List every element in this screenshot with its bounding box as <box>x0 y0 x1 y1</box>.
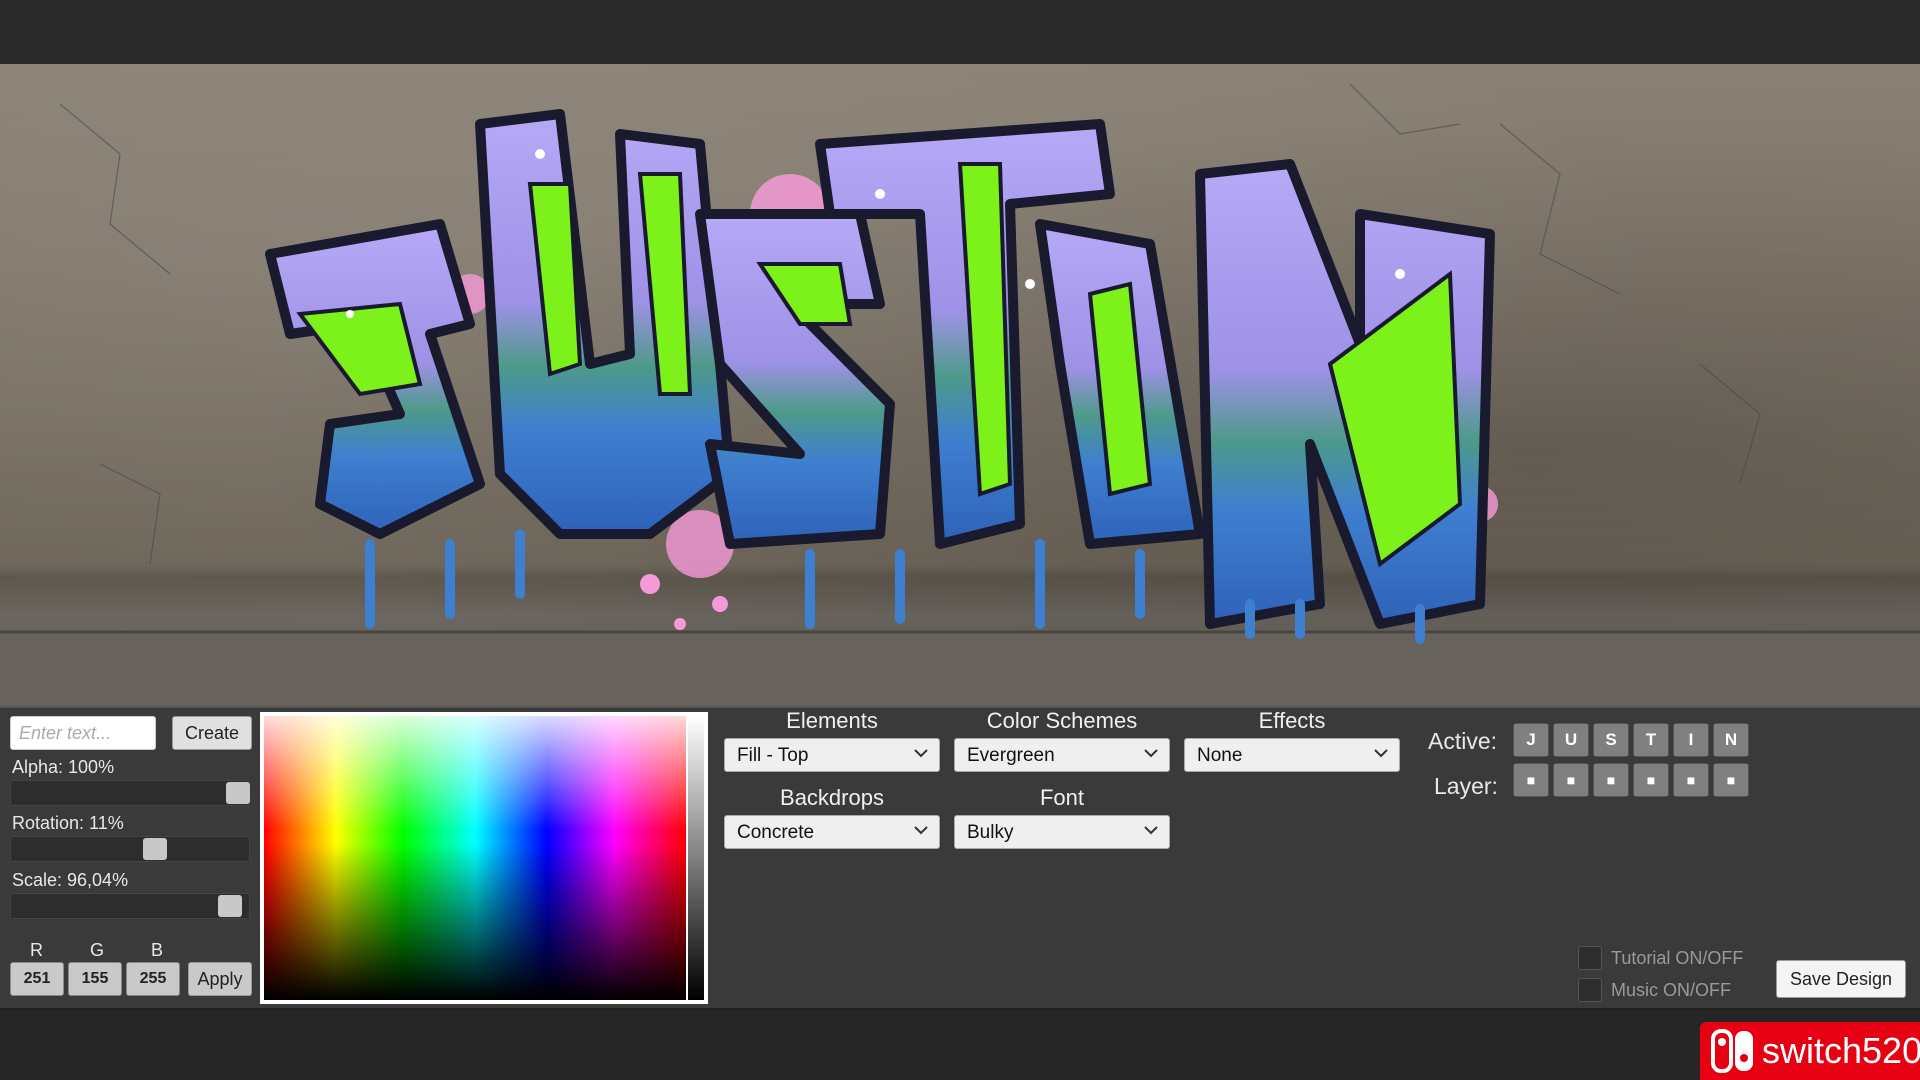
elements-value: Fill - Top <box>737 745 809 766</box>
font-value: Bulky <box>967 822 1014 843</box>
scale-slider-thumb[interactable] <box>217 895 242 917</box>
active-letter-button[interactable]: J <box>1513 723 1549 757</box>
rotation-slider[interactable] <box>10 836 250 862</box>
font-dropdown[interactable]: Bulky <box>954 815 1170 849</box>
create-button[interactable]: Create <box>172 716 252 750</box>
b-input[interactable]: 255 <box>126 962 180 996</box>
font-title: Font <box>1039 785 1085 810</box>
chevron-down-icon <box>1144 749 1158 758</box>
layer-button[interactable]: ■ <box>1513 763 1549 797</box>
top-bar <box>0 0 1920 64</box>
tutorial-checkbox[interactable] <box>1578 946 1602 970</box>
layer-button[interactable]: ■ <box>1553 763 1589 797</box>
active-letter-button[interactable]: I <box>1673 723 1709 757</box>
backdrops-dropdown[interactable]: Concrete <box>724 815 940 849</box>
chevron-down-icon <box>1144 826 1158 835</box>
watermark-badge: switch520 <box>1700 1022 1920 1080</box>
color-schemes-value: Evergreen <box>967 745 1055 766</box>
graffiti-canvas[interactable] <box>0 64 1920 706</box>
brightness-strip[interactable] <box>688 716 704 1000</box>
effects-value: None <box>1197 745 1243 766</box>
alpha-slider[interactable] <box>10 780 250 806</box>
alpha-slider-thumb[interactable] <box>226 782 250 804</box>
r-input[interactable]: 251 <box>10 962 64 996</box>
console-logo-icon <box>1711 1029 1753 1073</box>
color-schemes-title: Color Schemes <box>986 708 1138 733</box>
apply-button[interactable]: Apply <box>188 962 252 996</box>
active-letter-button[interactable]: S <box>1593 723 1629 757</box>
elements-dropdown[interactable]: Fill - Top <box>724 738 940 772</box>
layer-button[interactable]: ■ <box>1593 763 1629 797</box>
rotation-slider-thumb[interactable] <box>142 838 167 860</box>
music-label: Music ON/OFF <box>1611 980 1731 1000</box>
hue-saturation-field[interactable] <box>264 716 686 1000</box>
scale-slider[interactable] <box>10 893 250 919</box>
layer-label: Layer: <box>1434 773 1498 799</box>
rotation-label: Rotation: 11% <box>12 813 124 833</box>
music-checkbox[interactable] <box>1578 978 1602 1002</box>
chevron-down-icon <box>914 749 928 758</box>
g-input[interactable]: 155 <box>68 962 122 996</box>
chevron-down-icon <box>914 826 928 835</box>
layer-button[interactable]: ■ <box>1673 763 1709 797</box>
backdrops-value: Concrete <box>737 822 815 843</box>
scale-label: Scale: 96,04% <box>12 870 129 890</box>
color-schemes-dropdown[interactable]: Evergreen <box>954 738 1170 772</box>
r-label: R <box>30 940 43 960</box>
effects-dropdown[interactable]: None <box>1184 738 1400 772</box>
effects-title: Effects <box>1258 708 1326 733</box>
tutorial-label: Tutorial ON/OFF <box>1611 948 1744 968</box>
active-label: Active: <box>1428 728 1498 754</box>
floor <box>0 632 1920 706</box>
wall-artwork <box>0 83 1920 706</box>
bottom-bar <box>0 1010 1920 1080</box>
app-window: Enter text... Create Alpha: 100% Rotatio… <box>0 0 1920 1080</box>
active-letter-button[interactable]: T <box>1633 723 1669 757</box>
color-picker[interactable] <box>260 712 708 1004</box>
g-label: G <box>90 940 105 960</box>
text-input[interactable]: Enter text... <box>10 716 156 750</box>
elements-title: Elements <box>786 708 878 733</box>
backdrops-title: Backdrops <box>780 785 884 810</box>
save-design-button[interactable]: Save Design <box>1776 960 1906 998</box>
layer-button[interactable]: ■ <box>1713 763 1749 797</box>
layer-button[interactable]: ■ <box>1633 763 1669 797</box>
active-letter-button[interactable]: N <box>1713 723 1749 757</box>
alpha-label: Alpha: 100% <box>12 757 115 777</box>
b-label: B <box>151 940 164 960</box>
active-letter-button[interactable]: U <box>1553 723 1589 757</box>
watermark-text: switch520 <box>1762 1030 1920 1071</box>
chevron-down-icon <box>1374 749 1388 758</box>
